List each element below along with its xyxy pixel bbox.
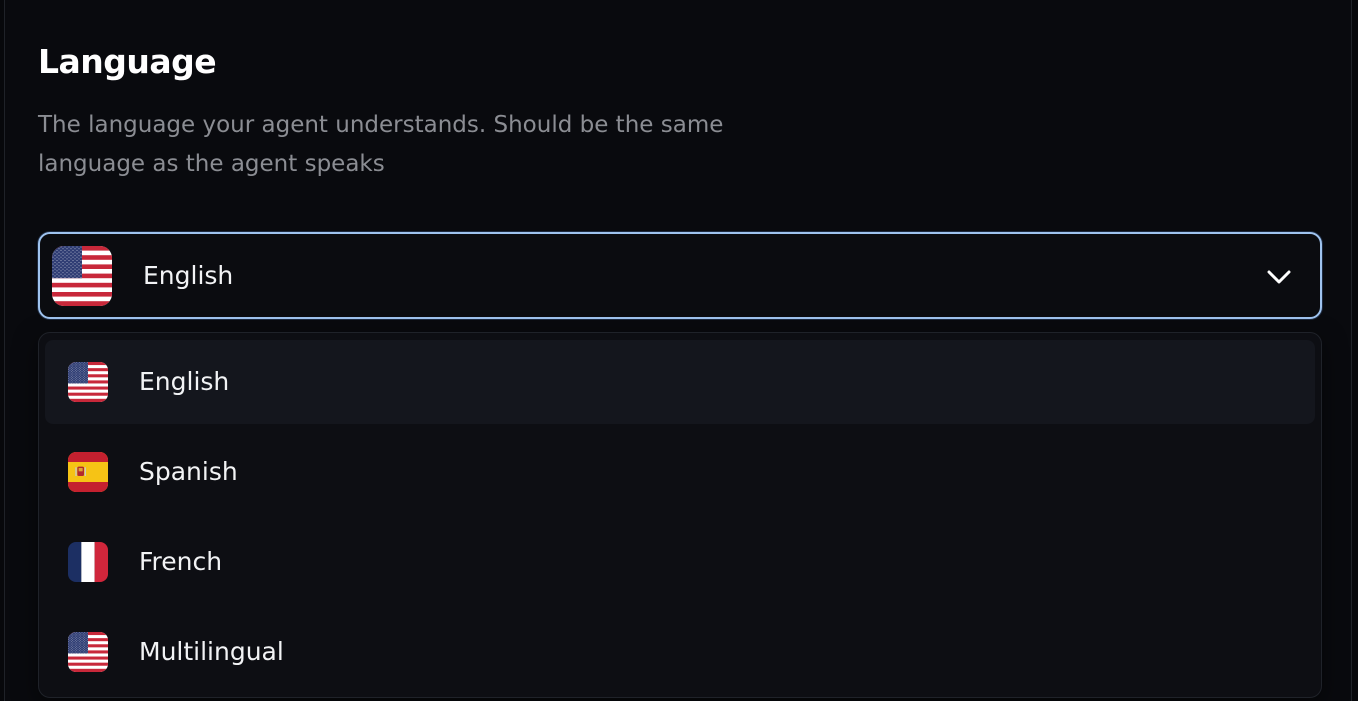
option-english[interactable]: English [45,340,1315,424]
language-settings-panel: Language The language your agent underst… [4,0,1352,701]
option-label: French [139,547,223,576]
option-label: Spanish [139,457,238,486]
spain-flag-icon [68,452,108,492]
us-flag-icon [68,362,108,402]
selected-language-value: English [143,261,234,290]
option-label: English [139,367,230,396]
option-french[interactable]: French [45,520,1315,604]
france-flag-icon [68,542,108,582]
us-flag-icon [52,246,112,306]
chevron-down-icon[interactable] [1266,264,1292,290]
section-title: Language [38,42,217,81]
section-description: The language your agent understands. Sho… [38,112,724,177]
language-dropdown-menu: English Spanish French Multilingual [38,332,1322,698]
us-flag-icon [68,632,108,672]
option-label: Multilingual [139,637,284,666]
option-multilingual[interactable]: Multilingual [45,610,1315,694]
option-spanish[interactable]: Spanish [45,430,1315,514]
language-select[interactable]: English [38,232,1322,319]
